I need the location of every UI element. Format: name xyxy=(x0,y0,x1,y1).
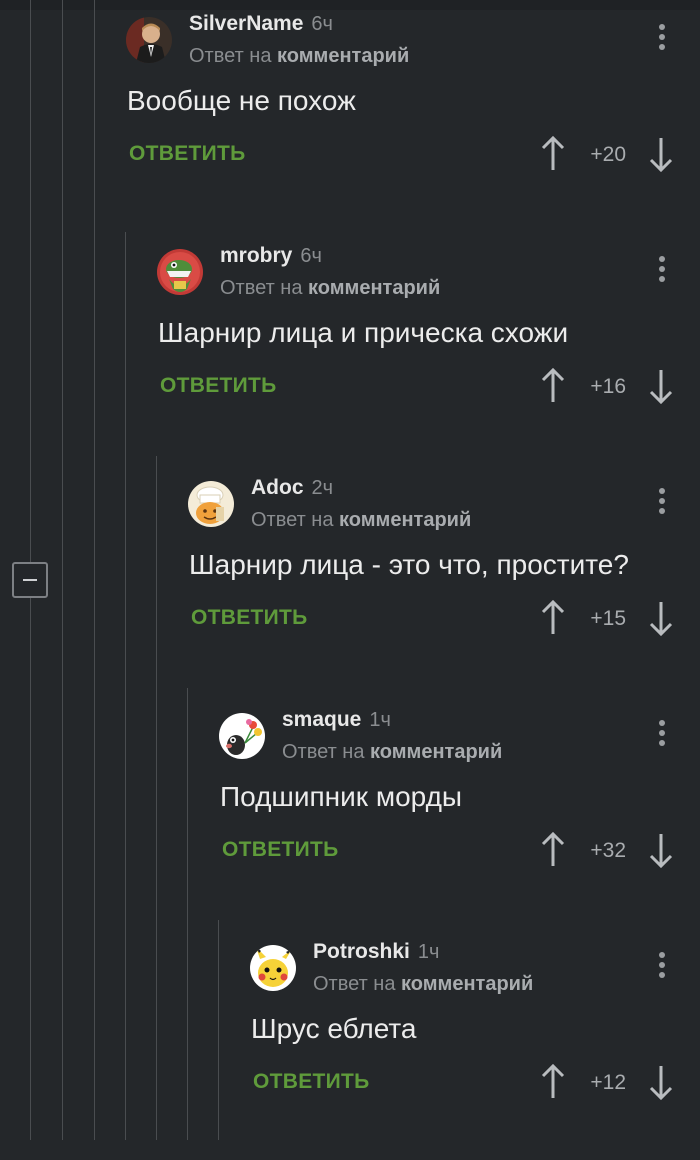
reply-to-label: Ответ на комментарий xyxy=(313,973,534,995)
timestamp: 1ч xyxy=(369,709,391,731)
rating-score: +15 xyxy=(590,607,626,630)
green-dinosaur-avatar[interactable] xyxy=(157,249,203,295)
timestamp: 2ч xyxy=(311,477,334,499)
mole-with-flowers-avatar[interactable] xyxy=(219,713,265,759)
downvote-arrow-icon[interactable] xyxy=(648,832,674,868)
chef-cartoon-avatar[interactable] xyxy=(188,481,234,527)
timestamp: 6ч xyxy=(311,13,333,35)
timestamp: 1ч xyxy=(417,941,440,963)
username[interactable]: mrobry 6ч xyxy=(220,244,322,268)
reply-button[interactable]: ОТВЕТИТЬ xyxy=(160,374,277,398)
downvote-arrow-icon[interactable] xyxy=(648,600,674,636)
pikachu-avatar[interactable] xyxy=(250,945,296,991)
comment: SilverName 6ч Ответ на комментарий Вообще… xyxy=(0,0,700,232)
rating-score: +20 xyxy=(590,143,626,166)
reply-button[interactable]: ОТВЕТИТЬ xyxy=(222,838,339,862)
comment-text: Шрус еблета xyxy=(251,1013,417,1044)
more-menu-icon[interactable] xyxy=(658,720,666,750)
upvote-arrow-icon[interactable] xyxy=(540,136,566,172)
comment-text: Подшипник морды xyxy=(220,781,463,812)
username[interactable]: Potroshki 1ч xyxy=(313,940,439,964)
reply-to-label: Ответ на комментарий xyxy=(220,277,441,299)
man-in-suit-avatar[interactable] xyxy=(126,17,172,63)
reply-to-label: Ответ на комментарий xyxy=(189,45,410,67)
upvote-arrow-icon[interactable] xyxy=(540,600,566,636)
rating-score: +16 xyxy=(590,375,626,398)
downvote-arrow-icon[interactable] xyxy=(648,1064,674,1100)
comment-text: Вообще не похож xyxy=(127,85,356,116)
username[interactable]: Adoc 2ч xyxy=(251,476,333,500)
upvote-arrow-icon[interactable] xyxy=(540,832,566,868)
comment-text: Шарнир лица и прическа схожи xyxy=(158,317,569,348)
upvote-arrow-icon[interactable] xyxy=(540,1064,566,1100)
reply-to-link[interactable]: комментарий xyxy=(277,45,409,67)
upvote-arrow-icon[interactable] xyxy=(540,368,566,404)
rating-score: +32 xyxy=(590,839,626,862)
reply-to-link[interactable]: комментарий xyxy=(339,509,471,531)
reply-to-link[interactable]: комментарий xyxy=(401,973,533,995)
comment: smaque 1ч Ответ на комментарий Подшипник … xyxy=(0,688,700,1140)
reply-to-label: Ответ на комментарий xyxy=(251,509,472,531)
comment: mrobry 6ч Ответ на комментарий Шарнир лиц… xyxy=(0,232,700,1140)
comment: Adoc 2ч Ответ на комментарий Шарнир лица … xyxy=(0,456,700,1140)
downvote-arrow-icon[interactable] xyxy=(648,136,674,172)
reply-button[interactable]: ОТВЕТИТЬ xyxy=(191,606,308,630)
username[interactable]: SilverName 6ч xyxy=(189,12,333,36)
reply-to-label: Ответ на комментарий xyxy=(282,741,503,763)
rating-score: +12 xyxy=(590,1071,626,1094)
timestamp: 6ч xyxy=(300,245,322,267)
comment: Potroshki 1ч Ответ на комментарий Шрус еб… xyxy=(0,920,700,1160)
thread-line xyxy=(218,920,219,1140)
more-menu-icon[interactable] xyxy=(658,488,666,518)
reply-button[interactable]: ОТВЕТИТЬ xyxy=(253,1070,370,1094)
reply-to-link[interactable]: комментарий xyxy=(308,277,440,299)
reply-to-link[interactable]: комментарий xyxy=(370,741,502,763)
username[interactable]: smaque 1ч xyxy=(282,708,391,732)
more-menu-icon[interactable] xyxy=(658,256,666,286)
downvote-arrow-icon[interactable] xyxy=(648,368,674,404)
reply-button[interactable]: ОТВЕТИТЬ xyxy=(129,142,246,166)
more-menu-icon[interactable] xyxy=(658,24,666,54)
more-menu-icon[interactable] xyxy=(658,952,666,982)
comment-text: Шарнир лица - это что, простите? xyxy=(189,549,629,580)
